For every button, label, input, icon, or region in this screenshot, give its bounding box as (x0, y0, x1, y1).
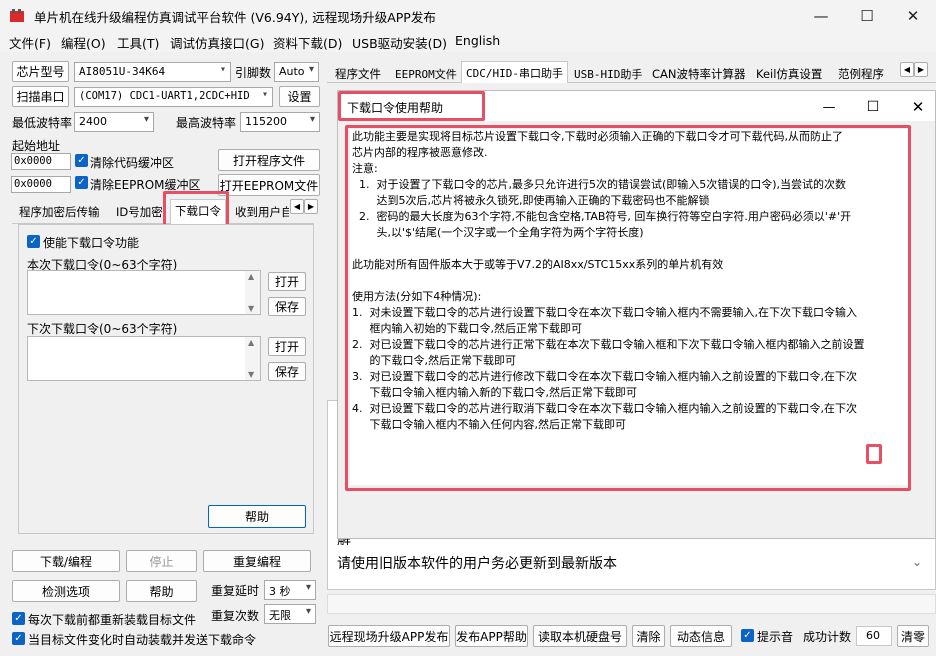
min-baud-label: 最低波特率 (12, 116, 73, 130)
port-select[interactable]: (COM17) CDC1-UART1,2CDC+HID ▾ (74, 87, 273, 107)
scrollbar[interactable]: ▲ ▼ (245, 337, 260, 380)
beep-label: 提示音 (757, 630, 794, 644)
eeprom-address-input[interactable]: 0x0000 (11, 176, 71, 193)
tab-examples[interactable]: 范例程序 (834, 63, 888, 83)
beep-checkbox[interactable]: ✓ (741, 629, 754, 642)
clear-code-label: 清除代码缓冲区 (90, 156, 175, 170)
open-program-file-button[interactable]: 打开程序文件 (218, 149, 320, 171)
dialog-close-button[interactable]: ✕ (903, 98, 933, 116)
minimize-button[interactable]: — (798, 0, 844, 31)
clear-eeprom-checkbox[interactable]: ✓ (75, 176, 88, 189)
progress-bar (327, 594, 936, 614)
code-address-input[interactable]: 0x0000 (11, 153, 71, 170)
close-button[interactable]: ✕ (890, 0, 936, 31)
repeat-delay-select[interactable]: 3 秒 ▾ (264, 580, 316, 600)
tab-user-receive[interactable]: 收到用户自 (231, 201, 289, 221)
dynamic-info-button[interactable]: 动态信息 (670, 625, 732, 647)
next-password-save-button[interactable]: 保存 (268, 362, 306, 381)
help-button[interactable]: 帮助 (126, 580, 197, 602)
menu-file[interactable]: 文件(F) (9, 33, 51, 52)
read-disk-serial-button[interactable]: 读取本机硬盘号 (533, 625, 627, 647)
this-password-input[interactable]: ▲ ▼ (27, 270, 261, 315)
chip-type-button[interactable]: 芯片型号 (12, 61, 69, 82)
tab-can-baud[interactable]: CAN波特率计算器 (648, 63, 750, 83)
enable-password-checkbox[interactable]: ✓ (27, 235, 40, 248)
menu-download[interactable]: 资料下载(D) (273, 33, 342, 52)
tab-keil-sim[interactable]: Keil仿真设置 (752, 63, 826, 83)
scrollbar[interactable]: ▲ ▼ (245, 271, 260, 314)
reset-count-button[interactable]: 清零 (897, 625, 929, 647)
menu-debug[interactable]: 调试仿真接口(G) (170, 33, 264, 52)
clear-button[interactable]: 清除 (632, 625, 665, 647)
next-password-open-button[interactable]: 打开 (268, 337, 306, 356)
password-help-button[interactable]: 帮助 (208, 505, 306, 528)
repeat-delay-label: 重复延时 (211, 584, 260, 598)
open-eeprom-file-button[interactable]: 打开EEPROM文件 (218, 174, 320, 196)
menu-usb[interactable]: USB驱动安装(D) (352, 33, 447, 52)
tab-id-encrypt[interactable]: ID号加密 (112, 201, 167, 221)
menu-bar: 文件(F) 编程(O) 工具(T) 调试仿真接口(G) 资料下载(D) USB驱… (0, 31, 936, 52)
window-title: 单片机在线升级编程仿真调试平台软件 (V6.94Y), 远程现场升级APP发布 (34, 10, 436, 25)
chevron-down-icon: ▾ (305, 582, 311, 593)
tab-scroll-left[interactable]: ◀ (290, 199, 304, 214)
highlight-box (163, 191, 229, 227)
detect-options-button[interactable]: 检测选项 (12, 580, 120, 602)
chevron-down-icon: ▾ (305, 606, 311, 617)
right-tab-scroll-right[interactable]: ▶ (914, 62, 928, 77)
repeat-program-button[interactable]: 重复编程 (203, 550, 311, 572)
pins-label: 引脚数 (235, 66, 272, 80)
app-icon (10, 9, 24, 22)
pins-select[interactable]: Auto ▾ (274, 62, 319, 82)
next-password-input[interactable]: ▲ ▼ (27, 336, 261, 381)
tab-usb-hid[interactable]: USB-HID助手 (570, 63, 646, 83)
settings-button[interactable]: 设置 (279, 86, 320, 107)
tab-cdc-hid-serial[interactable]: CDC/HID-串口助手 (461, 61, 568, 83)
dialog-title-highlight (338, 91, 485, 121)
maximize-button[interactable]: ☐ (844, 0, 890, 31)
start-address-label: 起始地址 (12, 139, 61, 153)
menu-program[interactable]: 编程(O) (61, 33, 106, 52)
autosend-label: 当目标文件变化时自动装载并发送下载命令 (28, 633, 257, 647)
success-count-field: 60 (856, 626, 892, 646)
right-tab-scroll-left[interactable]: ◀ (900, 62, 914, 77)
repeat-count-select[interactable]: 无限 ▾ (264, 604, 316, 624)
this-password-save-button[interactable]: 保存 (268, 297, 306, 316)
repeat-count-label: 重复次数 (211, 609, 260, 623)
max-baud-select[interactable]: 115200 ▾ (240, 112, 320, 132)
tab-scroll-right[interactable]: ▶ (304, 199, 318, 214)
enable-password-label: 使能下载口令功能 (43, 236, 140, 250)
publish-app-help-button[interactable]: 发布APP帮助 (455, 625, 528, 647)
this-password-open-button[interactable]: 打开 (268, 272, 306, 291)
help-text-highlight (345, 125, 911, 491)
stop-button[interactable]: 停止 (126, 550, 197, 572)
tab-encrypt-transfer[interactable]: 程序加密后传输 (15, 201, 104, 221)
scan-port-button[interactable]: 扫描串口 (12, 86, 69, 107)
dialog-maximize-button[interactable]: ☐ (858, 99, 888, 115)
chevron-down-icon: ▾ (219, 64, 226, 75)
menu-tools[interactable]: 工具(T) (117, 33, 159, 52)
autosend-checkbox[interactable]: ✓ (12, 632, 25, 645)
next-password-label: 下次下载口令(0~63个字符) (27, 322, 178, 336)
tab-program-file[interactable]: 程序文件 (331, 63, 385, 83)
chevron-down-icon: ▾ (143, 114, 149, 125)
cursor-highlight (866, 444, 882, 464)
min-baud-select[interactable]: 2400 ▾ (74, 112, 154, 132)
chevron-down-icon: ▾ (309, 114, 315, 125)
chevron-down-icon: ▾ (261, 89, 268, 100)
chevron-down-icon: ▾ (308, 64, 314, 75)
info-line-4: 请使用旧版本软件的用户务必更新到最新版本 (337, 556, 617, 572)
title-bar: 单片机在线升级编程仿真调试平台软件 (V6.94Y), 远程现场升级APP发布 … (0, 0, 936, 31)
success-count-label: 成功计数 (803, 630, 852, 644)
scroll-down-icon[interactable]: ⌄ (912, 555, 922, 569)
reload-checkbox[interactable]: ✓ (12, 612, 25, 625)
reload-label: 每次下载前都重新装载目标文件 (28, 613, 197, 627)
dialog-minimize-button[interactable]: — (814, 100, 844, 115)
remote-upgrade-button[interactable]: 远程现场升级APP发布 (328, 625, 450, 647)
clear-code-checkbox[interactable]: ✓ (75, 154, 88, 167)
download-program-button[interactable]: 下载/编程 (12, 550, 120, 572)
max-baud-label: 最高波特率 (176, 116, 237, 130)
tab-eeprom-file[interactable]: EEPROM文件 (391, 63, 461, 83)
chip-select[interactable]: AI8051U-34K64 ▾ (74, 62, 231, 82)
menu-english[interactable]: English (455, 33, 500, 48)
